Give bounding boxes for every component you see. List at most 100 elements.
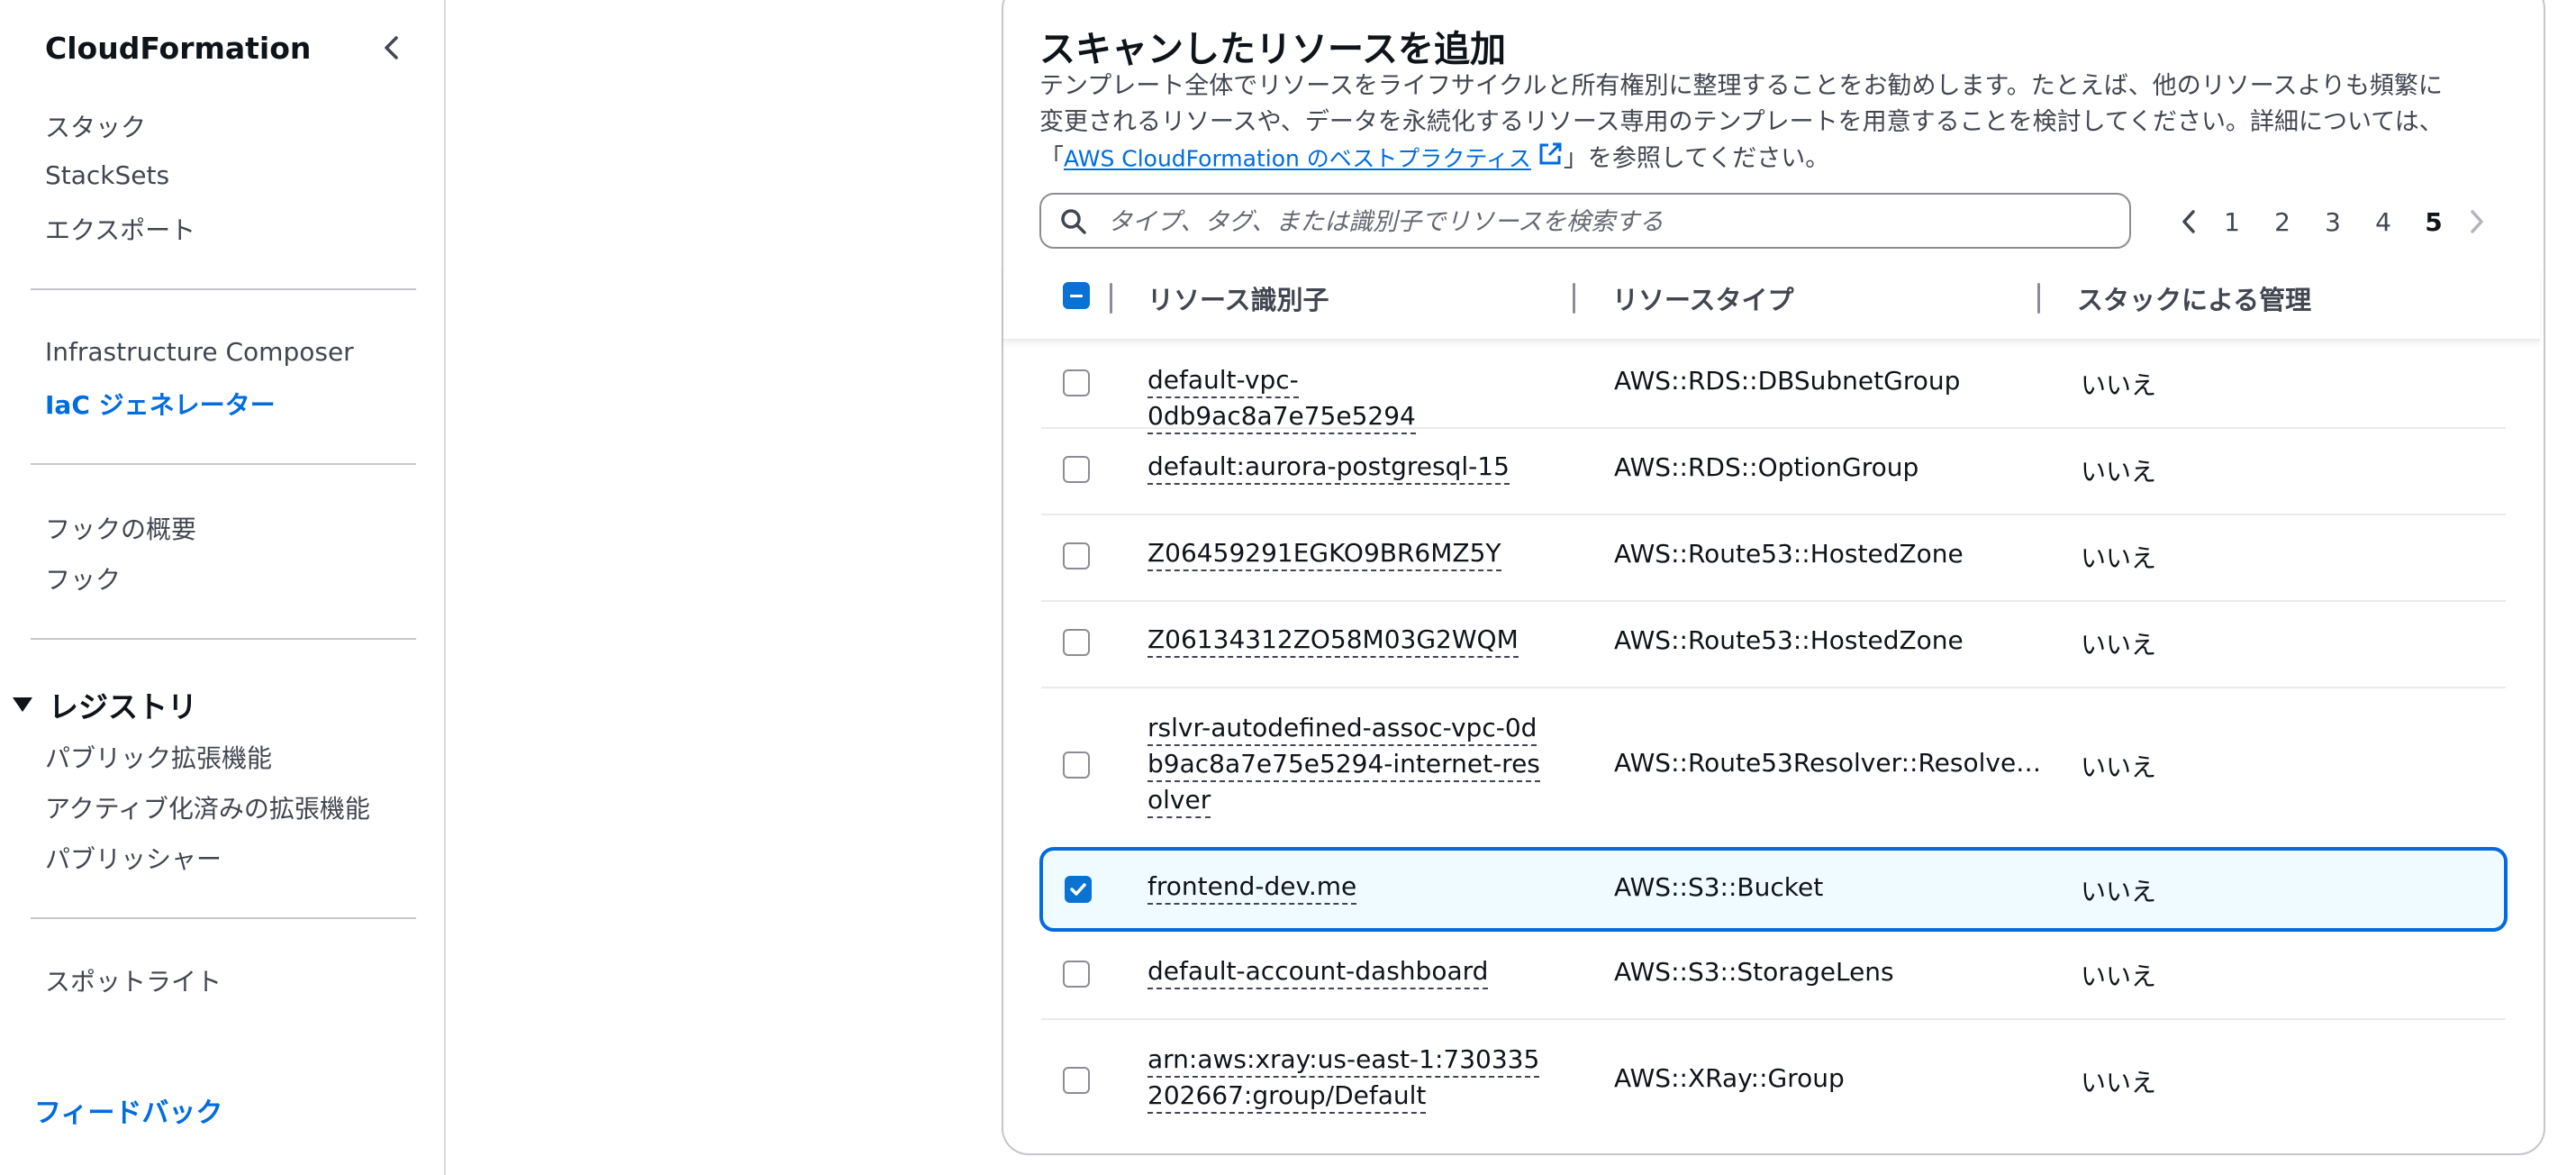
- page-2-button[interactable]: 2: [2257, 207, 2308, 237]
- table-row[interactable]: default-vpc-0db9ac8a7e75e5294 AWS::RDS::…: [1041, 341, 2506, 434]
- column-header-managed-by-stack[interactable]: スタックによる管理: [2077, 279, 2311, 317]
- best-practices-link[interactable]: AWS CloudFormation のベストプラクティス: [1064, 146, 1531, 172]
- registry-section-toggle[interactable]: レジストリ: [13, 683, 197, 726]
- nav-iac-generator[interactable]: IaC ジェネレーター: [45, 386, 276, 422]
- table-row[interactable]: Z06459291EGKO9BR6MZ5Y AWS::Route53::Host…: [1041, 515, 2506, 600]
- search-field[interactable]: [1039, 193, 2131, 249]
- page-5-button[interactable]: 5: [2408, 207, 2459, 237]
- service-title[interactable]: CloudFormation: [45, 31, 311, 66]
- resource-id-text: default-vpc-0db9ac8a7e75e5294: [1147, 365, 1416, 434]
- resource-type: AWS::Route53::HostedZone: [1614, 539, 1964, 569]
- nav-spotlight[interactable]: スポットライト: [45, 962, 222, 998]
- nav-public-extensions[interactable]: パブリック拡張機能: [45, 739, 272, 775]
- nav-stacks[interactable]: スタック: [45, 108, 146, 144]
- resource-id: default-account-dashboard: [1147, 953, 1544, 989]
- resource-id-text: default-account-dashboard: [1147, 956, 1489, 989]
- resource-id-text: default:aurora-postgresql-15: [1147, 451, 1510, 485]
- collapse-sidebar-icon[interactable]: [378, 32, 405, 63]
- side-navigation: CloudFormation スタック StackSets エクスポート Inf…: [0, 0, 446, 1175]
- row-checkbox[interactable]: [1063, 369, 1090, 396]
- resource-id: Z06459291EGKO9BR6MZ5Y: [1147, 535, 1544, 571]
- resource-type: AWS::RDS::OptionGroup: [1614, 452, 1919, 482]
- page-4-button[interactable]: 4: [2358, 207, 2408, 237]
- search-icon: [1059, 207, 1088, 240]
- row-checkbox[interactable]: [1063, 629, 1090, 656]
- resource-id-text: frontend-dev.me: [1147, 871, 1357, 905]
- row-checkbox[interactable]: [1063, 961, 1090, 988]
- nav-infrastructure-composer[interactable]: Infrastructure Composer: [45, 337, 354, 367]
- description-line: 変更されるリソースや、データを永続化するリソース専用のテンプレートを用意すること…: [1039, 108, 2444, 136]
- row-checkbox[interactable]: [1063, 751, 1090, 779]
- search-input[interactable]: [1106, 202, 2118, 241]
- description-line: テンプレート全体でリソースをライフサイクルと所有権別に整理することをお勧めします…: [1039, 72, 2443, 100]
- nav-hooks[interactable]: フック: [45, 560, 121, 597]
- managed-by-stack: いいえ: [2081, 752, 2157, 782]
- resource-id-text: Z06134312ZO58M03G2WQM: [1147, 624, 1519, 658]
- resource-id: Z06134312ZO58M03G2WQM: [1147, 622, 1544, 658]
- external-link-icon[interactable]: [1537, 141, 1564, 178]
- pagination: 1 2 3 4 5: [2171, 200, 2495, 243]
- resource-id: arn:aws:xray:us-east-1:730335202667:grou…: [1147, 1042, 1547, 1114]
- feedback-link[interactable]: フィードバック: [34, 1090, 222, 1130]
- nav-divider: [31, 288, 416, 290]
- description-text: 」を参照してください。: [1563, 144, 1830, 173]
- checkbox-icon: [1063, 629, 1090, 656]
- table-row[interactable]: default:aurora-postgresql-15 AWS::RDS::O…: [1041, 429, 2506, 514]
- page-1-button[interactable]: 1: [2207, 207, 2257, 237]
- nav-divider: [31, 917, 416, 919]
- checkbox-icon: [1063, 961, 1090, 988]
- resource-id: default:aurora-postgresql-15: [1147, 449, 1544, 485]
- nav-hooks-overview[interactable]: フックの概要: [45, 510, 196, 546]
- description-line: 「AWS CloudFormation のベストプラクティス 」を参照してください…: [1039, 141, 2508, 177]
- managed-by-stack: いいえ: [2081, 961, 2157, 991]
- resource-type: AWS::Route53Resolver::Resolve…: [1614, 748, 2042, 778]
- managed-by-stack: いいえ: [2081, 457, 2157, 487]
- indeterminate-checkbox-icon: [1063, 282, 1090, 309]
- column-resizer[interactable]: [2037, 283, 2040, 314]
- resource-type: AWS::XRay::Group: [1614, 1063, 1845, 1093]
- nav-exports[interactable]: エクスポート: [45, 211, 195, 247]
- table-row-selected[interactable]: frontend-dev.me AWS::S3::Bucket いいえ: [1039, 847, 2508, 932]
- row-checkbox[interactable]: [1063, 542, 1090, 569]
- nav-stacksets[interactable]: StackSets: [45, 160, 169, 190]
- nav-divider: [31, 638, 416, 640]
- table-row[interactable]: Z06134312ZO58M03G2WQM AWS::Route53::Host…: [1041, 602, 2506, 687]
- caret-down-icon: [13, 697, 32, 712]
- nav-publishers[interactable]: パブリッシャー: [45, 840, 222, 876]
- checkbox-icon: [1065, 876, 1092, 903]
- description: テンプレート全体でリソースをライフサイクルと所有権別に整理することをお勧めします…: [1039, 68, 2508, 177]
- table-row[interactable]: arn:aws:xray:us-east-1:730335202667:grou…: [1041, 1020, 2506, 1143]
- column-header-resource-id[interactable]: リソース識別子: [1147, 279, 1329, 317]
- checkbox-icon: [1063, 369, 1090, 396]
- resource-type: AWS::S3::Bucket: [1614, 872, 1824, 902]
- resource-id-text: arn:aws:xray:us-east-1:730335202667:grou…: [1147, 1044, 1540, 1114]
- table-row[interactable]: rslvr-autodefined-assoc-vpc-0db9ac8a7e75…: [1041, 688, 2506, 843]
- resource-id: rslvr-autodefined-assoc-vpc-0db9ac8a7e75…: [1147, 710, 1547, 818]
- previous-page-icon[interactable]: [2171, 200, 2207, 243]
- resource-id-text: rslvr-autodefined-assoc-vpc-0db9ac8a7e75…: [1147, 713, 1540, 818]
- resource-id: default-vpc-0db9ac8a7e75e5294: [1147, 362, 1544, 434]
- managed-by-stack: いいえ: [2081, 630, 2157, 660]
- description-text: 「: [1039, 144, 1064, 173]
- row-checkbox[interactable]: [1065, 876, 1092, 903]
- page-3-button[interactable]: 3: [2308, 207, 2358, 237]
- row-checkbox[interactable]: [1063, 1067, 1090, 1094]
- select-all-checkbox[interactable]: [1063, 282, 1090, 309]
- nav-activated-extensions[interactable]: アクティブ化済みの拡張機能: [45, 789, 370, 825]
- checkbox-icon: [1063, 542, 1090, 569]
- resource-type: AWS::Route53::HostedZone: [1614, 625, 1964, 655]
- managed-by-stack: いいえ: [2081, 877, 2157, 906]
- row-checkbox[interactable]: [1063, 456, 1090, 483]
- resource-type: AWS::S3::StorageLens: [1614, 957, 1894, 987]
- table-row[interactable]: default-account-dashboard AWS::S3::Stora…: [1041, 934, 2506, 1018]
- registry-heading: レジストリ: [49, 689, 197, 724]
- column-resizer[interactable]: [1573, 283, 1575, 314]
- managed-by-stack: いいえ: [2081, 1068, 2157, 1098]
- managed-by-stack: いいえ: [2081, 543, 2157, 573]
- next-page-icon: [2459, 200, 2495, 243]
- resource-id-text: Z06459291EGKO9BR6MZ5Y: [1147, 538, 1501, 571]
- checkbox-icon: [1063, 456, 1090, 483]
- column-header-resource-type[interactable]: リソースタイプ: [1612, 279, 1794, 317]
- column-resizer[interactable]: [1110, 283, 1112, 314]
- checkbox-icon: [1063, 1067, 1090, 1094]
